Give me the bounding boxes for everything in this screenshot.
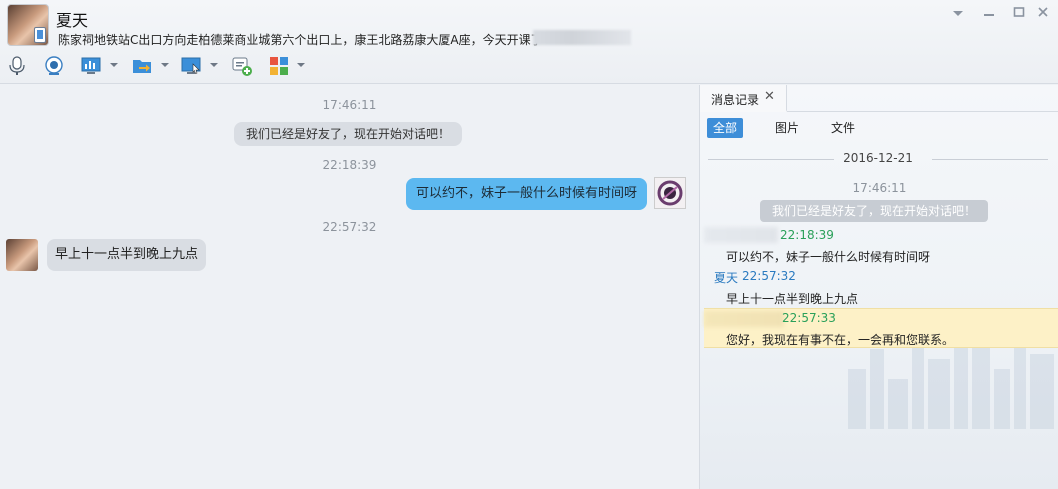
history-date: 2016-12-21	[843, 151, 913, 165]
message-timestamp: 22:18:39	[322, 158, 377, 172]
history-system-message: 我们已经是好友了，现在开始对话吧！	[760, 200, 989, 222]
add-app-icon[interactable]	[231, 55, 253, 77]
video-call-icon[interactable]	[43, 55, 65, 77]
screen-share-dropdown-icon[interactable]	[110, 63, 118, 67]
peer-avatar[interactable]	[6, 239, 38, 271]
apps-dropdown-icon[interactable]	[297, 63, 305, 67]
tab-label: 消息记录	[711, 93, 760, 107]
contact-name[interactable]: 夏天	[56, 7, 88, 31]
contact-avatar[interactable]	[7, 4, 49, 46]
filter-files[interactable]: 文件	[825, 118, 861, 138]
history-time: 22:57:33	[782, 311, 836, 325]
close-icon[interactable]: ✕	[764, 89, 775, 104]
history-time: 22:18:39	[780, 228, 834, 242]
received-message-bubble[interactable]: 早上十一点半到晚上九点	[47, 239, 207, 271]
file-transfer-icon[interactable]	[131, 55, 153, 77]
tab-divider	[787, 111, 1058, 112]
maximize-icon[interactable]	[1010, 6, 1028, 24]
system-message: 我们已经是好友了，现在开始对话吧！	[234, 122, 463, 146]
date-separator: 2016-12-21	[708, 151, 1048, 167]
auto-reply-entry[interactable]: 22:57:33 您好，我现在有事不在，一会再和您联系。	[704, 308, 1058, 348]
history-timestamp: 17:46:11	[852, 181, 907, 195]
remote-desktop-icon[interactable]	[180, 55, 202, 77]
history-message-text[interactable]: 早上十一点半到晚上九点	[726, 290, 858, 307]
message-timestamp: 17:46:11	[322, 98, 377, 112]
sent-message-bubble[interactable]: 可以约不，妹子一般什么时候有时间呀	[406, 178, 648, 210]
close-icon[interactable]	[1034, 6, 1052, 24]
screen-share-icon[interactable]	[80, 55, 102, 77]
chat-message-area[interactable]: 17:46:11 我们已经是好友了，现在开始对话吧！ 22:18:39 可以约不…	[0, 85, 699, 489]
mobile-online-icon	[34, 27, 46, 43]
contact-status-text: 陈家祠地铁站C出口方向走柏德莱商业城第六个出口上，康王北路荔康大厦A座，今天开课…	[58, 33, 543, 47]
chat-header: 夏天 陈家祠地铁站C出口方向走柏德莱商业城第六个出口上，康王北路荔康大厦A座，今…	[0, 0, 1058, 84]
tab-message-history[interactable]: 消息记录 ✕	[700, 85, 787, 112]
remote-desktop-dropdown-icon[interactable]	[210, 63, 218, 67]
my-avatar[interactable]	[654, 177, 686, 209]
history-time: 22:57:32	[742, 269, 796, 283]
history-message-text[interactable]: 可以约不，妹子一般什么时候有时间呀	[726, 248, 930, 265]
message-history-panel: 消息记录 ✕ 全部 图片 文件 2016-12-21 17:46:11 我们已经…	[699, 85, 1058, 489]
chevron-down-icon[interactable]	[949, 6, 967, 24]
filter-images[interactable]: 图片	[769, 118, 805, 138]
apps-grid-icon[interactable]	[268, 55, 290, 77]
redacted-sender	[704, 311, 784, 327]
minimize-icon[interactable]	[980, 6, 998, 24]
auto-reply-text[interactable]: 您好，我现在有事不在，一会再和您联系。	[726, 331, 954, 348]
filter-all[interactable]: 全部	[707, 118, 744, 138]
file-transfer-dropdown-icon[interactable]	[161, 63, 169, 67]
voice-call-icon[interactable]	[6, 55, 28, 77]
redacted-region	[533, 30, 631, 45]
redacted-sender	[704, 227, 778, 243]
history-sender-name: 夏天	[714, 271, 739, 285]
message-timestamp: 22:57:32	[322, 220, 377, 234]
